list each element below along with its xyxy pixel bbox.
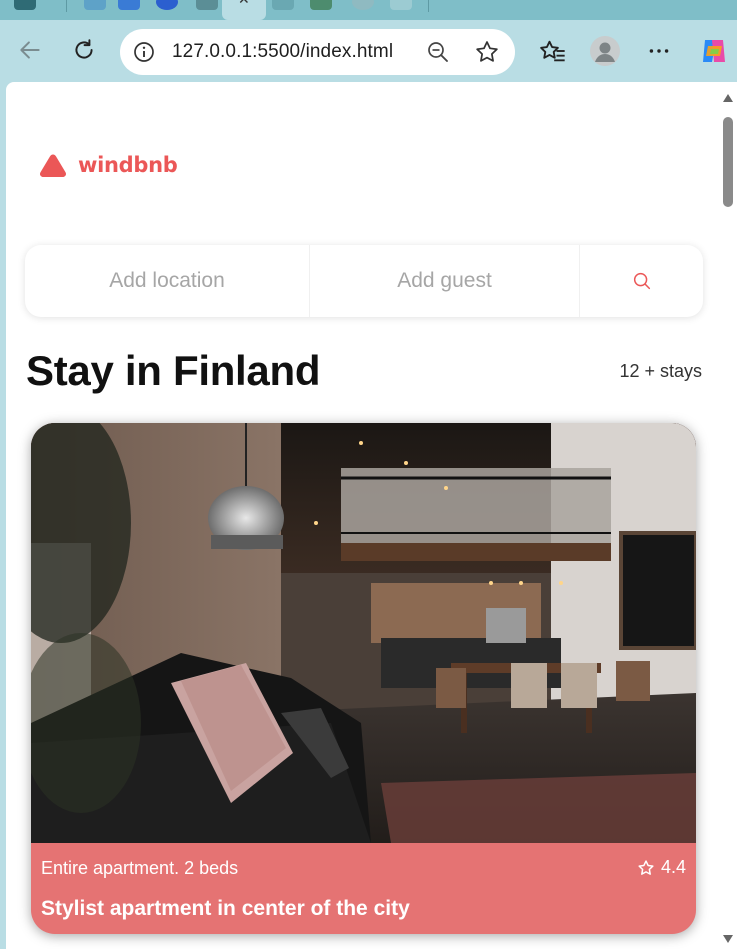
search-button[interactable] [580, 245, 703, 317]
search-icon [633, 272, 650, 290]
browser-toolbar: 127.0.0.1:5500/index.html [0, 20, 737, 82]
tab-favicon[interactable] [196, 0, 218, 10]
favorites-list-icon[interactable] [538, 36, 568, 66]
page-viewport: windbnb Add location Add guest Stay in F… [6, 82, 737, 949]
profile-avatar-icon[interactable] [590, 36, 620, 66]
tab-favicon[interactable] [118, 0, 140, 10]
page-scrollbar[interactable] [720, 82, 737, 949]
scroll-up-arrow-icon[interactable] [723, 94, 733, 102]
back-button[interactable] [14, 34, 46, 66]
active-tab[interactable]: ✕ [222, 0, 266, 20]
tab-favicon[interactable] [390, 0, 412, 10]
tab-favicon[interactable] [352, 0, 374, 10]
location-input[interactable]: Add location [25, 245, 310, 317]
address-bar[interactable]: 127.0.0.1:5500/index.html [120, 29, 515, 75]
scroll-down-arrow-icon[interactable] [723, 935, 733, 943]
search-bar: Add location Add guest [25, 245, 703, 317]
favorite-star-icon[interactable] [474, 39, 500, 65]
reload-icon [75, 39, 93, 59]
brand-name: windbnb [78, 153, 178, 177]
zoom-out-icon[interactable] [426, 40, 450, 64]
tab-favicon[interactable] [272, 0, 294, 10]
stay-title[interactable]: Stylist apartment in center of the city [41, 897, 410, 921]
arrow-left-icon [20, 41, 40, 59]
tab-separator [428, 0, 429, 12]
more-options-icon[interactable] [644, 36, 674, 66]
stays-count: 12 + stays [619, 361, 702, 381]
stay-type: Entire apartment. 2 beds [41, 858, 239, 878]
tab-separator [66, 0, 67, 12]
tab-favicon[interactable] [84, 0, 106, 10]
star-icon [638, 859, 654, 875]
info-icon[interactable] [132, 40, 156, 64]
guest-input[interactable]: Add guest [310, 245, 580, 317]
page-title: Stay in Finland [26, 347, 321, 394]
stay-rating: 4.4 [637, 857, 686, 878]
tab-favicon[interactable] [14, 0, 36, 10]
reload-button[interactable] [68, 34, 100, 66]
rating-value: 4.4 [660, 857, 686, 877]
logo-triangle-icon [39, 154, 67, 177]
brand-logo[interactable]: windbnb [38, 152, 178, 178]
browser-tab-strip: ✕ [0, 0, 737, 20]
scroll-thumb[interactable] [723, 117, 733, 207]
close-icon[interactable]: ✕ [238, 0, 250, 8]
stay-card[interactable]: Entire apartment. 2 beds 4.4 Stylist apa… [31, 423, 696, 934]
tab-favicon[interactable] [156, 0, 178, 10]
tab-favicon[interactable] [310, 0, 332, 10]
copilot-icon[interactable] [699, 36, 729, 66]
stay-photo [31, 423, 696, 843]
url-text[interactable]: 127.0.0.1:5500/index.html [172, 41, 393, 63]
